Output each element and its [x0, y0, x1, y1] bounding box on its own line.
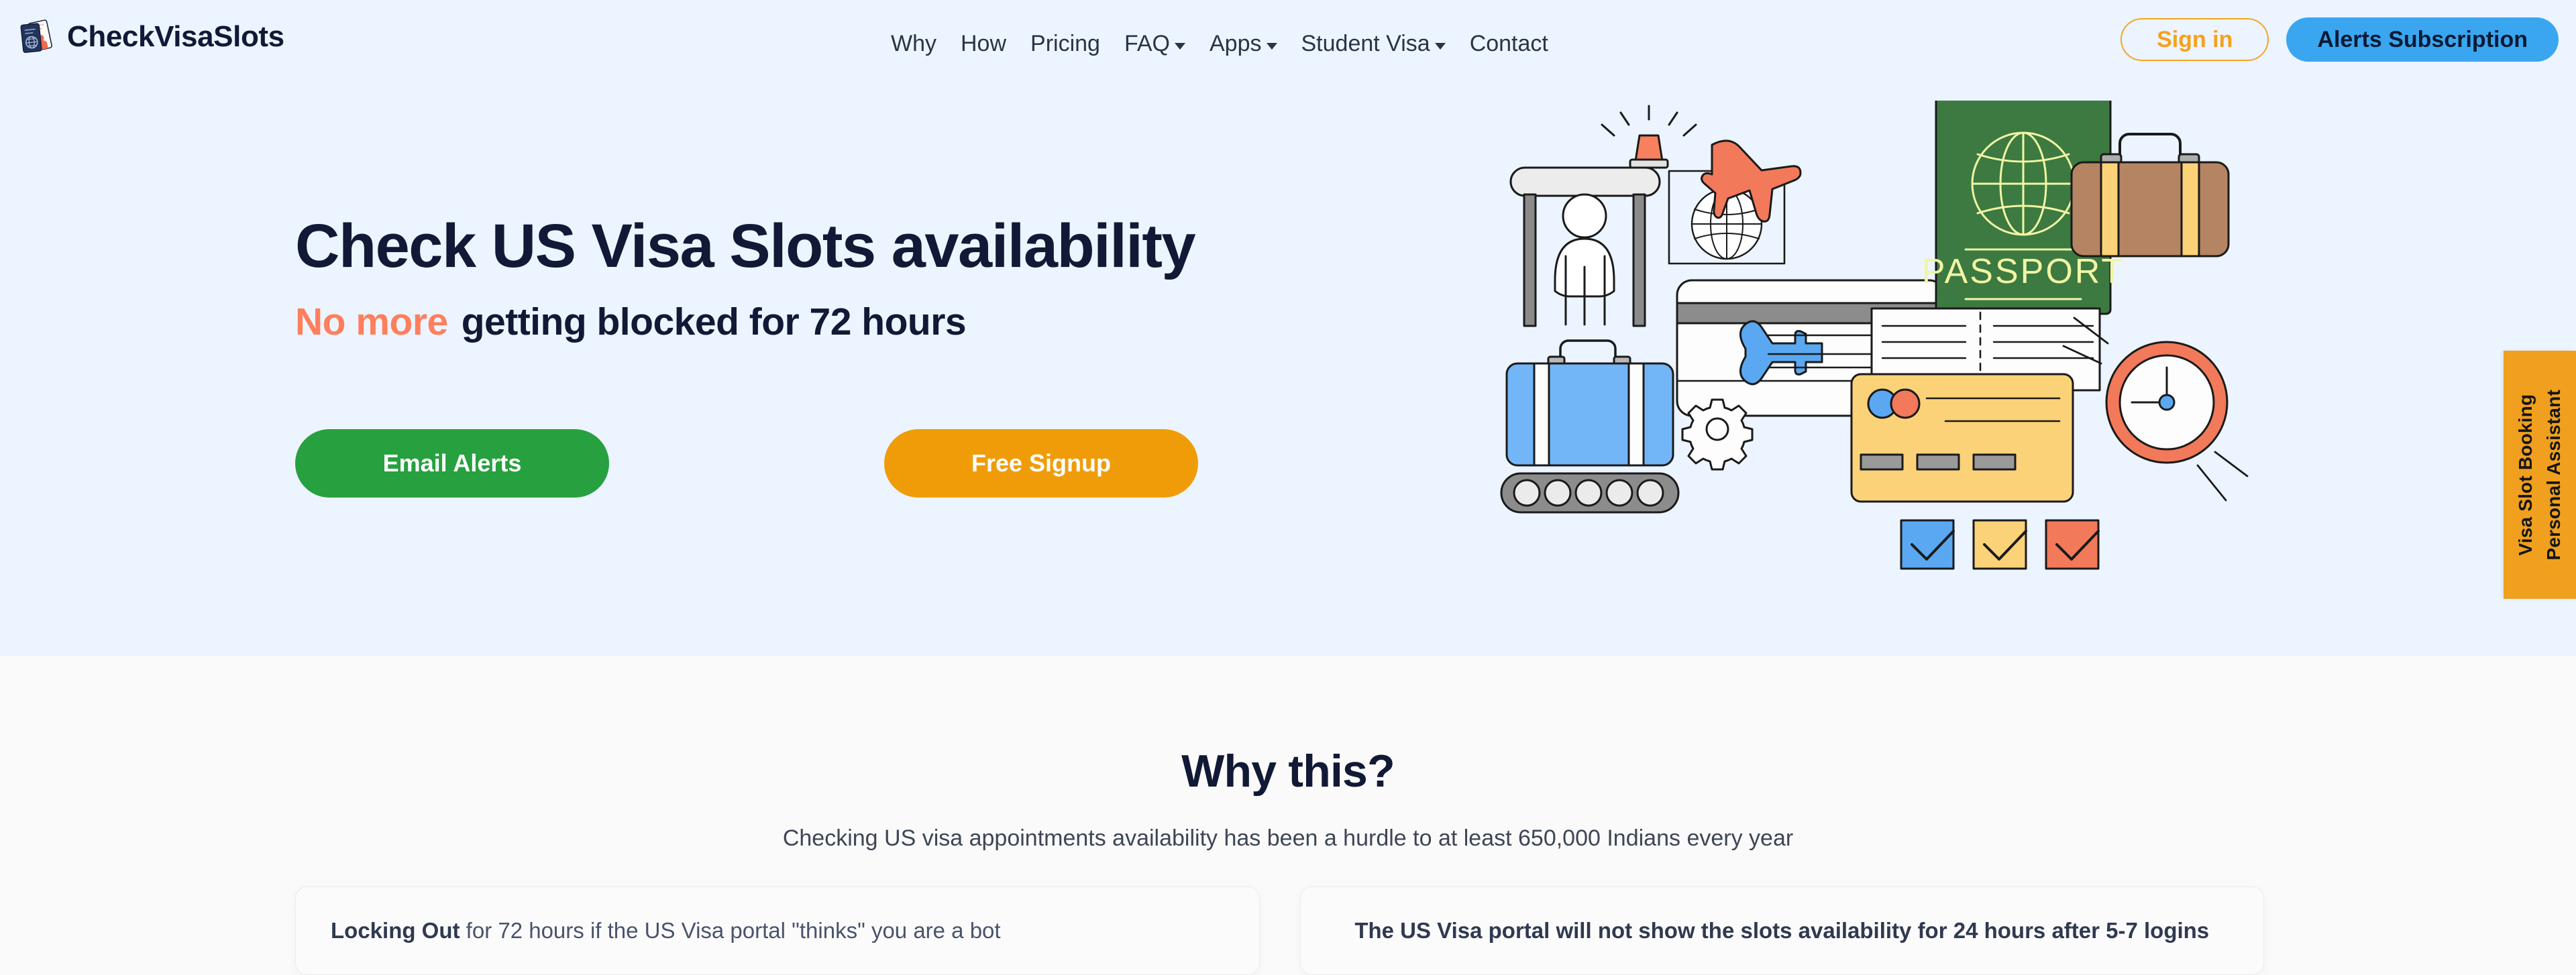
- why-section-subtitle: Checking US visa appointments availabili…: [782, 825, 1794, 851]
- hero-subtitle-rest: getting blocked for 72 hours: [461, 300, 967, 344]
- svg-text:PASSPORT: PASSPORT: [1922, 252, 2125, 291]
- security-gate-icon: [1509, 105, 1697, 327]
- top-navigation-bar: CheckVisaSlots Why How Pricing FAQ Apps …: [0, 0, 2576, 87]
- sign-in-button[interactable]: Sign in: [2121, 18, 2269, 61]
- hero-cta-group: Email Alerts Free Signup: [295, 429, 1198, 498]
- nav-item-pricing[interactable]: Pricing: [1018, 31, 1112, 57]
- hero-subtitle: No more getting blocked for 72 hours: [295, 300, 1301, 344]
- why-card-list: Locking Out for 72 hours if the US Visa …: [295, 886, 2264, 975]
- nav-actions: Sign in Alerts Subscription: [2121, 17, 2559, 62]
- nav-item-how-label: How: [961, 30, 1007, 56]
- nav-item-faq-label: FAQ: [1124, 30, 1170, 56]
- passport-logo-icon: [17, 17, 56, 56]
- free-signup-button[interactable]: Free Signup: [884, 429, 1198, 498]
- why-card-lead: Locking Out: [331, 918, 460, 943]
- gear-icon: [1681, 398, 1754, 471]
- nav-item-contact[interactable]: Contact: [1458, 31, 1560, 57]
- nav-item-why-label: Why: [891, 30, 936, 56]
- brand-name: CheckVisaSlots: [67, 20, 284, 53]
- credit-card-icon: [1850, 373, 2074, 503]
- nav-item-pricing-label: Pricing: [1030, 30, 1100, 56]
- visa-slot-booking-assistant-tab[interactable]: Visa Slot Booking Personal Assistant: [2504, 351, 2576, 599]
- nav-item-how[interactable]: How: [949, 31, 1018, 57]
- travel-visa-illustration: PASSPORT: [1496, 101, 2254, 604]
- chevron-down-icon: [1175, 43, 1185, 50]
- chevron-down-icon: [1266, 43, 1277, 50]
- why-card-rest: for 72 hours if the US Visa portal "thin…: [460, 918, 1001, 943]
- chevron-down-icon: [1434, 43, 1446, 50]
- email-alerts-button[interactable]: Email Alerts: [295, 429, 609, 498]
- nav-item-apps-label: Apps: [1210, 30, 1262, 56]
- nav-item-student-visa-label: Student Visa: [1301, 30, 1430, 56]
- nav-item-student-visa[interactable]: Student Visa: [1289, 31, 1458, 57]
- checkbox-row-icon: [1900, 519, 2100, 570]
- hero-copy: Check US Visa Slots availability No more…: [295, 213, 1301, 344]
- why-card: The US Visa portal will not show the slo…: [1299, 886, 2264, 975]
- globe-plane-frame-icon: [1668, 139, 1802, 265]
- hero-subtitle-accent: No more: [295, 300, 448, 344]
- alerts-subscription-button[interactable]: Alerts Subscription: [2286, 17, 2559, 62]
- nav-item-apps[interactable]: Apps: [1197, 31, 1289, 57]
- why-card-text: Locking Out for 72 hours if the US Visa …: [331, 915, 1001, 946]
- why-card: Locking Out for 72 hours if the US Visa …: [295, 886, 1260, 975]
- why-section-title: Why this?: [1181, 746, 1395, 797]
- page-title: Check US Visa Slots availability: [295, 212, 1196, 280]
- why-card-rest: The US Visa portal will not show the slo…: [1354, 918, 2210, 943]
- blue-suitcase-icon: [1500, 339, 1680, 514]
- nav-links: Why How Pricing FAQ Apps Student Visa Co…: [879, 0, 1560, 87]
- nav-item-faq[interactable]: FAQ: [1112, 31, 1197, 57]
- brand-logo-link[interactable]: CheckVisaSlots: [17, 16, 284, 58]
- side-tab-label: Visa Slot Booking Personal Assistant: [2515, 389, 2564, 561]
- nav-item-contact-label: Contact: [1469, 30, 1548, 56]
- why-card-text: The US Visa portal will not show the slo…: [1354, 915, 2209, 946]
- nav-item-why[interactable]: Why: [879, 31, 949, 57]
